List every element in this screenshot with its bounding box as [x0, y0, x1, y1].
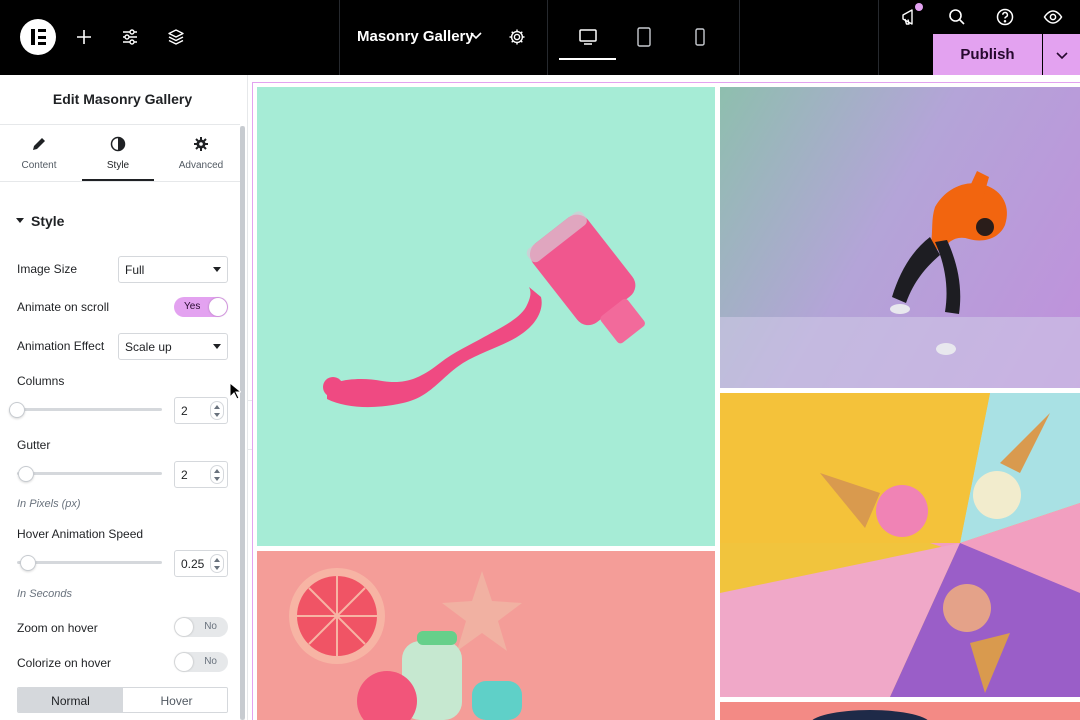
gear-icon: [194, 137, 208, 151]
pencil-icon: [33, 138, 45, 150]
tab-style[interactable]: Style: [82, 125, 154, 182]
section-header-style[interactable]: Style: [17, 213, 64, 229]
hover-speed-slider-track[interactable]: [17, 561, 162, 564]
toggle-knob: [209, 298, 227, 316]
tab-label: Advanced: [178, 160, 224, 171]
help-icon[interactable]: [992, 4, 1018, 30]
tab-advanced[interactable]: Advanced: [165, 125, 237, 182]
mobile-icon[interactable]: [687, 24, 713, 50]
search-icon[interactable]: [944, 4, 970, 30]
toggle-text: Yes: [184, 301, 201, 312]
notification-badge: [915, 3, 923, 11]
hover-speed-label: Hover Animation Speed: [17, 527, 144, 541]
tab-content[interactable]: Content: [3, 125, 75, 182]
add-icon[interactable]: [71, 24, 97, 50]
gutter-value: 2: [181, 468, 188, 482]
toggle-text: No: [204, 656, 217, 667]
site-settings-icon[interactable]: [117, 24, 143, 50]
hover-speed-unit-hint: In Seconds: [17, 588, 73, 600]
tab-label: Style: [106, 160, 130, 171]
columns-label: Columns: [17, 374, 65, 388]
panel-title: Edit Masonry Gallery: [52, 91, 193, 107]
toolbar-divider: [547, 0, 548, 75]
stepper-icon[interactable]: [210, 465, 224, 484]
top-bar: Masonry Gallery Publish: [0, 0, 1080, 75]
colorize-on-hover-toggle[interactable]: No: [174, 652, 228, 672]
page-settings-gear-icon[interactable]: [504, 24, 530, 50]
active-tab-indicator: [82, 179, 154, 181]
animation-effect-value: Scale up: [125, 340, 172, 354]
hover-speed-value: 0.25: [181, 557, 205, 571]
animate-on-scroll-label: Animate on scroll: [17, 300, 110, 314]
image-size-select[interactable]: Full: [118, 256, 228, 283]
stepper-icon[interactable]: [210, 554, 224, 573]
mouse-cursor-icon: [229, 381, 243, 405]
caret-down-icon: [213, 344, 221, 349]
desktop-icon[interactable]: [575, 24, 601, 50]
tab-hover[interactable]: Hover: [124, 688, 227, 712]
publish-button[interactable]: Publish: [933, 34, 1042, 75]
gutter-unit-hint: In Pixels (px): [17, 498, 81, 510]
image-size-value: Full: [125, 263, 145, 277]
active-device-indicator: [559, 58, 616, 60]
zoom-on-hover-label: Zoom on hover: [17, 621, 98, 635]
grapefruit-starfish-popsicles-image[interactable]: [257, 551, 715, 720]
columns-number-input[interactable]: 2: [174, 397, 228, 424]
gutter-slider-handle[interactable]: [18, 466, 34, 482]
gutter-label: Gutter: [17, 438, 51, 452]
gutter-slider-track[interactable]: [17, 472, 162, 475]
tab-normal[interactable]: Normal: [18, 688, 123, 712]
ice-cream-cones-image[interactable]: [720, 393, 1080, 697]
structure-layers-icon[interactable]: [163, 24, 189, 50]
image-size-label: Image Size: [17, 262, 78, 276]
tab-label: Content: [21, 160, 57, 171]
state-tabs: Normal Hover: [17, 687, 228, 713]
nail-polish-spill-image[interactable]: [257, 87, 715, 546]
panel-scrollbar-thumb[interactable]: [240, 126, 245, 720]
columns-value: 2: [181, 404, 188, 418]
gutter-number-input[interactable]: 2: [174, 461, 228, 488]
hover-speed-slider-handle[interactable]: [20, 555, 36, 571]
columns-slider-handle[interactable]: [9, 402, 25, 418]
preview-eye-icon[interactable]: [1040, 4, 1066, 30]
animation-effect-select[interactable]: Scale up: [118, 333, 228, 360]
toolbar-divider: [739, 0, 740, 75]
toolbar-divider: [878, 0, 879, 75]
document-title[interactable]: Masonry Gallery: [357, 28, 474, 45]
dancer-orange-hoodie-image[interactable]: [720, 87, 1080, 388]
animation-effect-label: Animation Effect: [17, 339, 105, 353]
columns-slider-track[interactable]: [17, 408, 162, 411]
caret-down-icon: [213, 267, 221, 272]
elementor-logo-icon[interactable]: [20, 19, 56, 55]
tablet-icon[interactable]: [631, 24, 657, 50]
toggle-knob: [175, 618, 193, 636]
stepper-icon[interactable]: [210, 401, 224, 420]
editor-panel: Edit Masonry Gallery Content Style Advan…: [0, 75, 248, 720]
animate-on-scroll-toggle[interactable]: Yes: [174, 297, 228, 317]
toolbar-divider: [339, 0, 340, 75]
hover-speed-number-input[interactable]: 0.25: [174, 550, 228, 577]
colorize-on-hover-label: Colorize on hover: [17, 656, 112, 670]
chevron-down-icon[interactable]: [469, 28, 483, 47]
toggle-knob: [175, 653, 193, 671]
partial-image[interactable]: [720, 702, 1080, 720]
publish-options-chevron-icon[interactable]: [1043, 34, 1080, 75]
panel-tabs: Content Style Advanced: [0, 124, 240, 182]
section-title: Style: [31, 213, 65, 229]
half-circle-icon: [110, 136, 126, 152]
zoom-on-hover-toggle[interactable]: No: [174, 617, 228, 637]
toggle-text: No: [204, 621, 217, 632]
